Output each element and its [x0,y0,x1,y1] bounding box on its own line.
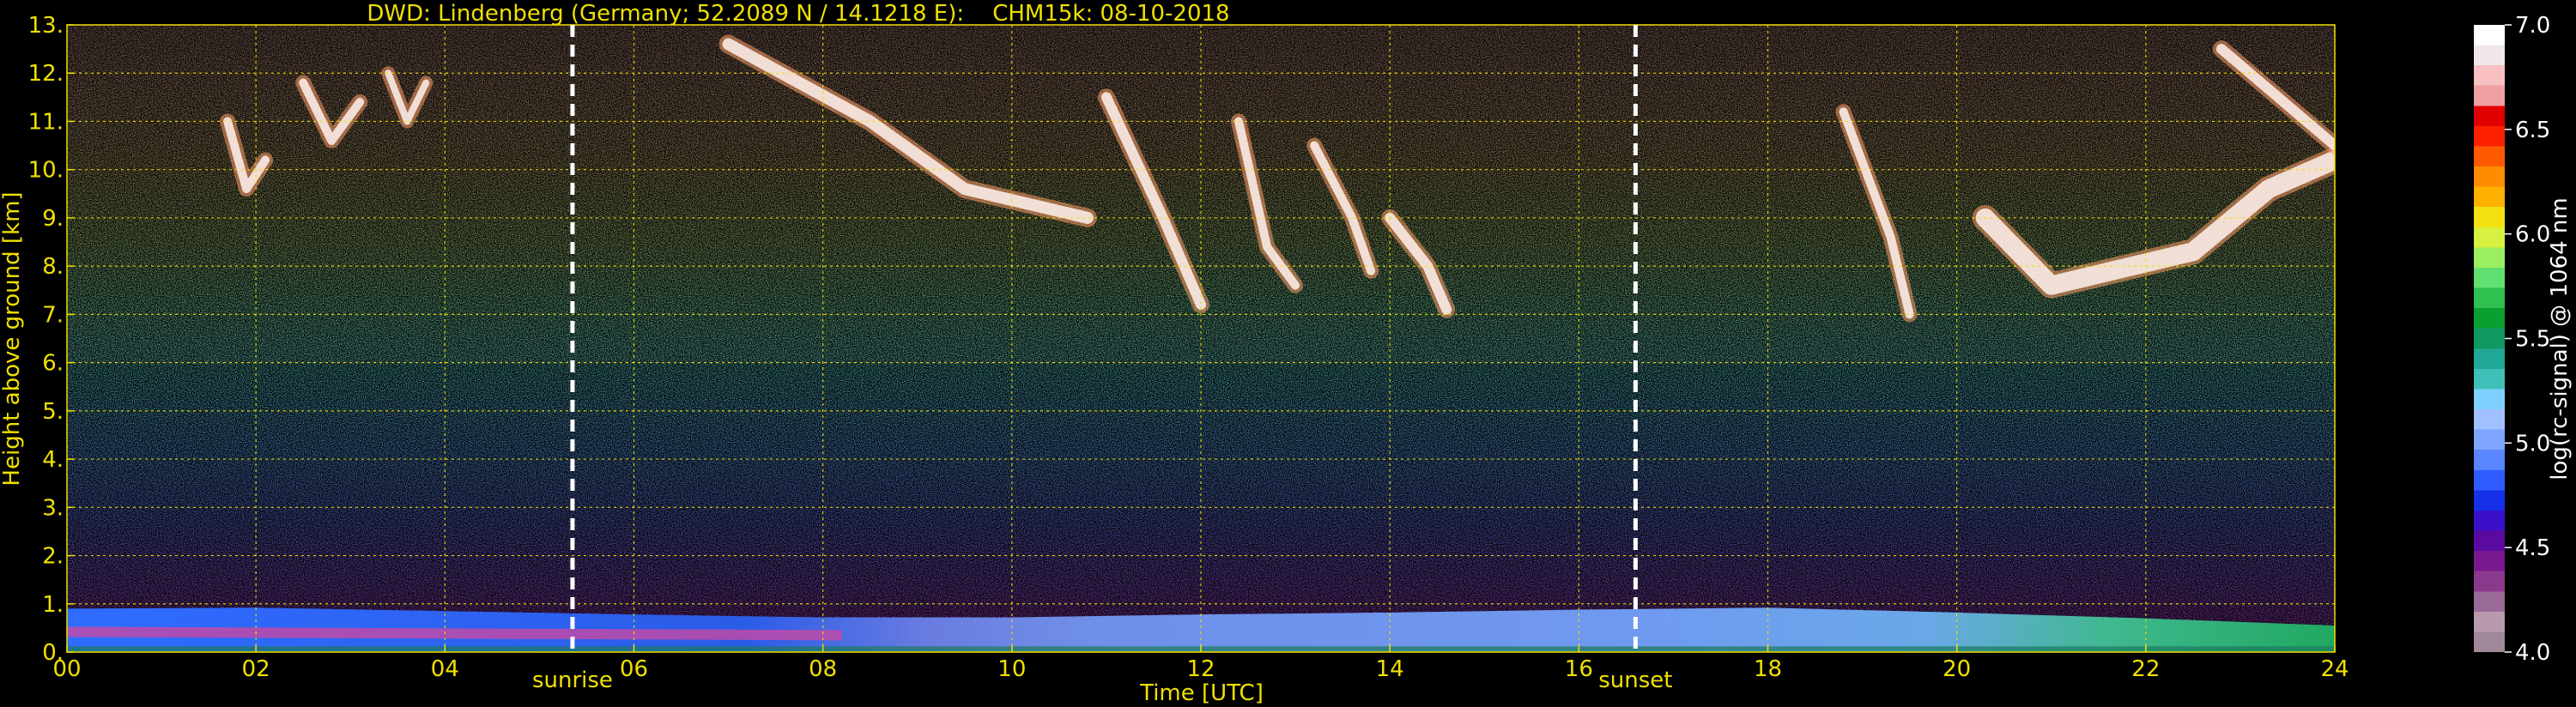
chart-title: DWD: Lindenberg (Germany; 52.2089 N / 14… [367,1,1229,27]
y-tick-label: 2. [42,544,64,570]
y-tick-label: 9. [42,206,64,232]
y-tick-label: 3. [42,495,64,521]
y-tick-label: 5. [42,399,64,425]
y-tick-label: 1. [42,592,64,618]
y-tick-label: 12. [28,61,64,87]
colorbar-label: log(rc-signal) @ 1064 nm [2547,197,2573,480]
x-tick-label: 20 [1943,656,1971,682]
x-tick-label: 16 [1565,656,1593,682]
colorbar-tick-label: 6.0 [2515,222,2550,248]
y-tick-label: 0. [42,640,64,666]
colorbar-tick-label: 6.5 [2515,118,2550,143]
colorbar-ticks: 4.0 4.5 5.0 5.5 6.0 6.5 7.0 [2505,13,2550,666]
x-tick-label: 06 [620,656,648,682]
y-tick-label: 11. [28,109,64,135]
y-tick-label: 6. [42,351,64,377]
colorbar-tick-label: 7.0 [2515,13,2550,39]
y-tick-label: 8. [42,254,64,280]
x-tick-label: 10 [997,656,1026,682]
y-axis-label: Height above ground [km] [0,191,25,486]
y-tick-label: 10. [28,158,64,184]
x-tick-label: 12 [1186,656,1215,682]
colorbar-scale [2474,25,2505,652]
y-tick-label: 4. [42,447,64,473]
x-tick-label: 08 [809,656,837,682]
x-tick-label: 14 [1376,656,1404,682]
colorbar-tick-label: 4.5 [2515,535,2550,561]
x-tick-label: 22 [2131,656,2160,682]
lidar-chart: 00 02 04 06 08 10 12 14 16 18 20 22 24 0.1.2.3.4.5.6… [0,1,2573,706]
colorbar-tick-label: 5.5 [2515,327,2550,353]
x-tick-label: 04 [431,656,459,682]
x-tick-label: 18 [1754,656,1782,682]
y-tick-label: 7. [42,302,64,328]
residual-layer [67,626,842,641]
colorbar: 4.0 4.5 5.0 5.5 6.0 6.5 7.0 log(rc-signal) @ 1… [2474,13,2573,666]
x-tick-label: 02 [242,656,270,682]
colorbar-tick-label: 5.0 [2515,431,2550,456]
x-tick-label: 24 [2320,656,2349,682]
colorbar-tick-label: 4.0 [2515,640,2550,666]
sunrise-label: sunrise [532,668,613,693]
sunset-label: sunset [1598,668,1672,693]
y-tick-label: 13. [28,13,64,39]
x-axis-label: Time [UTC] [1139,680,1264,706]
